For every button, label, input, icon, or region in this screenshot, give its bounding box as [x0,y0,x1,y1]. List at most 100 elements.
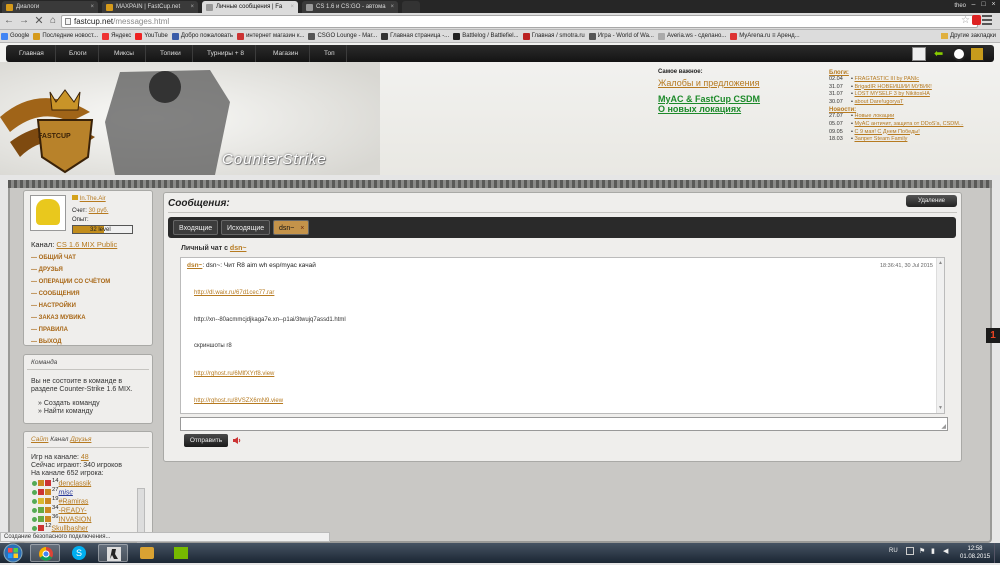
side-notification-tab[interactable]: 1 [986,328,1000,343]
new-tab-button[interactable] [402,1,420,13]
channel-link[interactable]: CS 1.6 MIX Public [56,240,117,249]
link-complaints[interactable]: Жалобы и предложения [658,78,818,88]
menu-rules[interactable]: — ПРАВИЛА [31,326,68,334]
chat-user-link[interactable]: dsn~ [230,245,247,252]
fastcup-logo-icon[interactable] [970,47,984,61]
menu-messages[interactable]: — СООБЩЕНИЯ [31,290,80,298]
nav-shop[interactable]: Магазин [262,45,311,62]
maximize-icon[interactable]: □ [979,1,988,9]
taskbar-counter-strike[interactable] [98,544,128,562]
bookmark-welcome[interactable]: Добро пожаловать [171,30,236,42]
forward-arrow-icon[interactable]: → [18,15,30,27]
back-arrow-icon[interactable]: ← [3,15,15,27]
bookmark-csgo-lounge[interactable]: CSGO Lounge - Mar... [307,30,380,42]
nav-top[interactable]: Топ [313,45,347,62]
bookmark-news[interactable]: Последние новост... [32,30,101,42]
taskbar-nvidia[interactable] [166,544,196,562]
chat-history[interactable] [180,257,945,414]
close-icon[interactable]: × [290,1,294,13]
nav-tournaments[interactable]: Турниры + 8 [196,45,256,62]
tab-friends[interactable]: Друзья [70,436,91,443]
taskbar-chrome[interactable] [30,544,60,562]
tab-channel[interactable]: Канал [50,436,68,443]
close-icon[interactable]: × [390,1,394,13]
taskbar-app[interactable] [132,544,162,562]
browser-tab-maxpain[interactable]: MAXPAIN | FastCup.net × [102,1,198,13]
bookmark-yandex[interactable]: Яндекс [101,30,134,42]
message-input[interactable]: ◢ [180,417,948,431]
home-icon[interactable]: ⌂ [47,15,59,27]
site-banner: FASTCUP CounterStrike [0,62,380,175]
browser-tab-dialogs[interactable]: Диалоги × [2,1,98,13]
network-icon[interactable]: ▮ [931,547,935,555]
other-bookmarks[interactable]: Другие закладки [940,30,996,42]
channel-tabs: Сайт Канал Друзья [31,436,91,443]
cs-player-icon[interactable] [912,47,926,61]
menu-account-operations[interactable]: — ОПЕРАЦИИ СО СЧЁТОМ [31,278,110,286]
bookmark-battlelog[interactable]: Battlelog / Battlefiel... [452,30,521,42]
menu-settings[interactable]: — НАСТРОЙКИ [31,302,76,310]
bookmark-google[interactable]: Google [0,30,32,42]
tab-outbox[interactable]: Исходящие [221,220,271,235]
extension-icon[interactable] [972,15,981,25]
message-link[interactable]: http://rghost.ru/6MlfXYrf8.view [194,371,274,377]
bookmark-shop[interactable]: интернет магазин к... [236,30,307,42]
browser-tab-cs16[interactable]: CS 1.6 и CS:GO - автома × [302,1,398,13]
close-icon[interactable]: × [300,221,304,236]
bookmark-world-of-warships[interactable]: Игра - World of Wa... [588,30,657,42]
sound-icon[interactable] [232,436,242,445]
bookmark-smotra[interactable]: Главная / smotra.ru [522,30,588,42]
menu-friends[interactable]: — ДРУЗЬЯ [31,266,63,274]
window-close-icon[interactable]: × [989,1,998,9]
tab-chat-dsn[interactable]: dsn~ × [273,220,310,236]
minimize-icon[interactable]: – [969,1,978,9]
nav-blogs[interactable]: Блоги [58,45,99,62]
balance[interactable]: 30 руб. [89,208,109,214]
send-button[interactable]: Отправить [184,434,228,447]
language-indicator[interactable]: RU [889,548,898,554]
scroll-down-icon[interactable]: ▼ [938,405,943,411]
show-desktop-button[interactable] [994,543,1000,563]
bookmark-myarena[interactable]: MyArena.ru ≡ Аренд... [729,30,802,42]
stop-icon[interactable]: ✕ [33,15,45,27]
menu-general-chat[interactable]: — ОБЩИЙ ЧАТ [31,254,76,262]
taskbar-skype[interactable]: S [64,544,94,562]
bookmark-main-page[interactable]: Главная страница -... [380,30,452,42]
nav-main[interactable]: Главная [8,45,56,62]
crosshair-icon[interactable] [952,47,966,61]
close-icon[interactable]: × [90,1,94,13]
user-name[interactable]: In.The.Air [80,196,106,202]
menu-exit[interactable]: — ВЫХОД [31,338,62,346]
browser-tab-messages[interactable]: Личные сообщения | Fa × [202,1,298,13]
nav-mixes[interactable]: Миксы [103,45,146,62]
link-myac-csdm[interactable]: MyAC & FastCup CSDM [658,94,818,104]
tab-inbox[interactable]: Входящие [173,220,219,235]
system-clock[interactable]: 12:58 01.08.2015 [960,545,990,561]
windows-start-icon[interactable] [2,543,24,563]
bookmark-star-icon[interactable]: ☆ [961,15,970,26]
menu-order-movie[interactable]: — ЗАКАЗ МУВИКА [31,314,86,322]
chat-scrollbar[interactable]: ▲ ▼ [936,258,944,413]
tray-icon[interactable] [906,547,914,555]
profile-name[interactable]: theo [954,1,966,12]
delete-button[interactable]: Удаление [906,195,957,207]
message-sender[interactable]: dsn~ [187,262,202,269]
tab-site[interactable]: Сайт [31,436,48,443]
news-item: 18.03 • Запрет Steam Family [829,136,908,143]
browser-menu-icon[interactable] [982,15,992,25]
close-icon[interactable]: × [190,1,194,13]
bookmark-youtube[interactable]: YouTube [134,30,171,42]
scroll-up-icon[interactable]: ▲ [938,260,943,266]
message-link[interactable]: http://rghost.ru/8VSZX6mN9.view [194,398,283,404]
arrow-left-icon[interactable]: ⬅ [934,47,948,61]
flag-tray-icon[interactable]: ⚑ [919,547,925,555]
nav-topics[interactable]: Топики [149,45,193,62]
bookmark-averia[interactable]: Averia.ws - сделано... [657,30,729,42]
frame-border [8,180,992,188]
url-bar[interactable]: fastcup.net/messages.html [61,15,978,28]
find-team-link[interactable]: » Найти команду [38,408,93,417]
link-new-locations[interactable]: О новых локациях [658,104,818,114]
volume-icon[interactable]: ◀ [943,547,948,555]
resize-handle-icon[interactable]: ◢ [941,423,946,430]
message-link[interactable]: http://dl.waix.ru/67d1cec77.rar [194,290,274,296]
